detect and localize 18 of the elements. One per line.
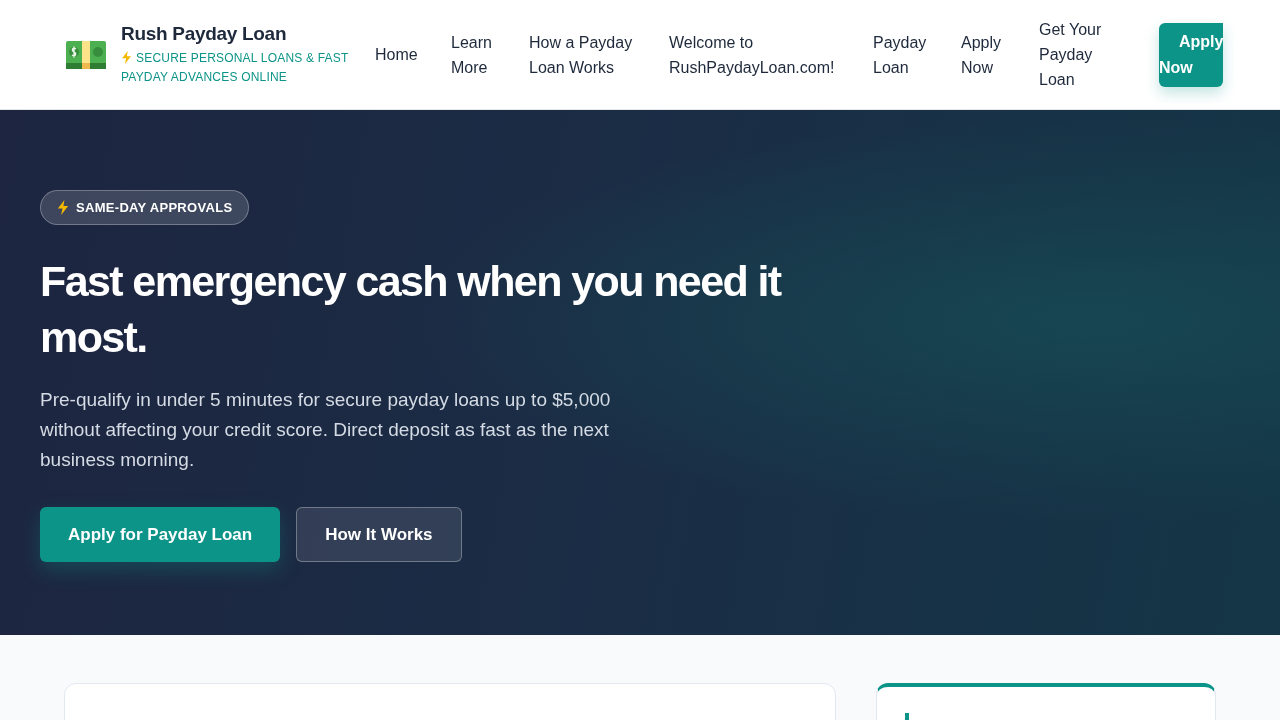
nav-link[interactable]: Apply Now bbox=[961, 29, 1007, 80]
lightning-icon bbox=[121, 50, 132, 64]
nav-link[interactable]: Learn More bbox=[451, 29, 497, 80]
brand-name: Rush Payday Loan bbox=[121, 22, 288, 45]
hero-text: Pre-qualify in under 5 minutes for secure payday loans up to $5,000 without affecting your credit score. Direct deposit as fast as the next business morning. bbox=[40, 388, 612, 472]
apply-button[interactable]: Apply for Payday Loan bbox=[40, 507, 281, 562]
lightning-icon bbox=[57, 200, 69, 215]
nav-link[interactable]: How a Payday Loan Works bbox=[529, 29, 637, 80]
badge-label: SAME-DAY APPROVALS bbox=[76, 200, 233, 215]
brand-tagline: SECURE PERSONAL LOANS & FAST PAYDAY ADVANCES ONLINE bbox=[121, 49, 350, 86]
nav-link[interactable]: Get Your Payday Loan bbox=[1039, 17, 1111, 92]
how-it-works-button[interactable]: How It Works bbox=[296, 507, 462, 562]
hero-title: Fast emergency cash when you need it most. bbox=[40, 256, 783, 363]
nav-link[interactable]: Payday Loan bbox=[873, 29, 929, 80]
apply-now-button[interactable]: Apply Now bbox=[1159, 22, 1223, 87]
banknote-icon bbox=[66, 40, 106, 69]
nav-link[interactable]: Home bbox=[375, 42, 419, 67]
nav-link[interactable]: Welcome to RushPaydayLoan.com! bbox=[669, 29, 841, 80]
